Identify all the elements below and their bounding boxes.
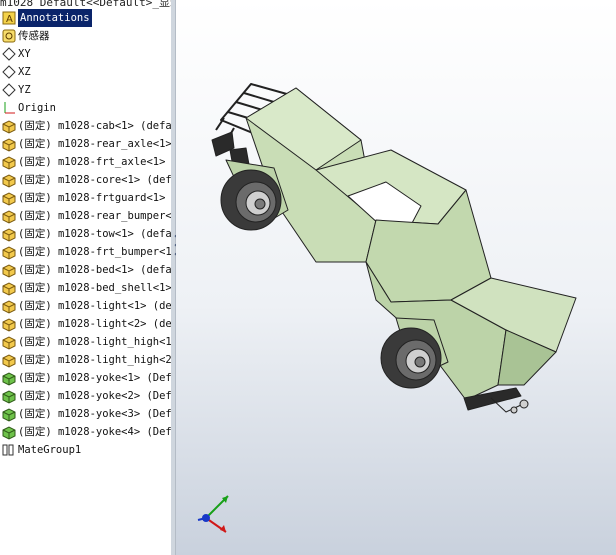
part-icon (1, 154, 17, 170)
tree-item[interactable]: XY (0, 45, 171, 63)
graphics-viewport[interactable] (176, 0, 616, 555)
tree-item[interactable]: YZ (0, 81, 171, 99)
tree-item-label: (固定) m1028-bed<1> (defau (18, 264, 172, 276)
tree-item-label: (固定) m1028-cab<1> (defau (18, 120, 172, 132)
tree-item-label: (固定) m1028-light<1> (def (18, 300, 172, 312)
tree-item-label: (固定) m1028-rear_bumper< (18, 210, 172, 222)
part-green-icon (1, 388, 17, 404)
plane-icon (1, 64, 17, 80)
tree-item-label: (固定) m1028-frt_bumper<1 (18, 246, 172, 258)
part-icon (1, 136, 17, 152)
part-icon (1, 352, 17, 368)
tree-item[interactable]: (固定) m1028-frt_axle<1> (0, 153, 171, 171)
tree-item[interactable]: (固定) m1028-bed<1> (defau (0, 261, 171, 279)
tree-item[interactable]: (固定) m1028-tow<1> (defau (0, 225, 171, 243)
tree-item[interactable]: (固定) m1028-light<1> (def (0, 297, 171, 315)
origin-icon (1, 100, 17, 116)
annotations-icon: A (1, 10, 17, 26)
tree-item[interactable]: A Annotations (0, 9, 171, 27)
part-green-icon (1, 370, 17, 386)
part-icon (1, 172, 17, 188)
mates-icon (1, 442, 17, 458)
plane-icon (1, 82, 17, 98)
tree-item[interactable]: Origin (0, 99, 171, 117)
tree-item[interactable]: (固定) m1028-light<2> (def (0, 315, 171, 333)
tree-item-label: Annotations (18, 9, 92, 27)
tree-item[interactable]: 传感器 (0, 27, 171, 45)
truck-model[interactable] (211, 83, 577, 414)
tree-item-label: XY (18, 48, 31, 60)
tree-item-label: (固定) m1028-yoke<2> (Defa (18, 390, 172, 402)
tree-item-label: (固定) m1028-rear_axle<1> (18, 138, 172, 150)
feature-manager-tree[interactable]: m1028 Default<<Default>_显示 A Annotations 传… (0, 0, 172, 555)
tree-item-label: XZ (18, 66, 31, 78)
tree-item[interactable]: MateGroup1 (0, 441, 171, 459)
tree-item-label: (固定) m1028-tow<1> (defau (18, 228, 172, 240)
tree-item[interactable]: (固定) m1028-frt_bumper<1 (0, 243, 171, 261)
axis-origin-icon (202, 514, 210, 522)
part-icon (1, 334, 17, 350)
tree-item[interactable]: (固定) m1028-core<1> (defa (0, 171, 171, 189)
tree-item[interactable]: (固定) m1028-yoke<3> (Defa (0, 405, 171, 423)
tree-item[interactable]: (固定) m1028-rear_axle<1> (0, 135, 171, 153)
part-icon (1, 280, 17, 296)
part-icon (1, 298, 17, 314)
tree-item[interactable]: (固定) m1028-cab<1> (defau (0, 117, 171, 135)
tree-item-label: (固定) m1028-frt_axle<1> (18, 156, 166, 168)
tree-item[interactable]: (固定) m1028-rear_bumper< (0, 207, 171, 225)
tree-item[interactable]: (固定) m1028-yoke<1> (Defa (0, 369, 171, 387)
part-icon (1, 316, 17, 332)
tree-item-label: (固定) m1028-bed_shell<1> (18, 282, 172, 294)
tree-item[interactable]: (固定) m1028-yoke<4> (Defa (0, 423, 171, 441)
svg-text:A: A (6, 14, 13, 25)
axis-triad (197, 495, 229, 533)
part-icon (1, 244, 17, 260)
sensor-icon (1, 28, 17, 44)
part-green-icon (1, 424, 17, 440)
tree-item-label: Origin (18, 102, 56, 114)
tree-item-label: (固定) m1028-yoke<1> (Defa (18, 372, 172, 384)
tree-item-label: (固定) m1028-frtguard<1> (18, 192, 166, 204)
model-view[interactable] (176, 0, 616, 555)
tree-item-label: YZ (18, 84, 31, 96)
tree-item-label: (固定) m1028-yoke<4> (Defa (18, 426, 172, 438)
tree-item[interactable]: (固定) m1028-light_high<2 (0, 351, 171, 369)
plane-icon (1, 46, 17, 62)
tree-item-label: MateGroup1 (18, 444, 82, 456)
tree-item-label: (固定) m1028-yoke<3> (Defa (18, 408, 172, 420)
tree-item-label: (固定) m1028-light_high<1 (18, 336, 172, 348)
part-icon (1, 226, 17, 242)
tree-item-label: (固定) m1028-light<2> (def (18, 318, 172, 330)
part-icon (1, 208, 17, 224)
rear-wheel (380, 327, 442, 389)
tree-root-label: m1028 Default<<Default>_显示 (0, 0, 172, 9)
tree-item[interactable]: (固定) m1028-frtguard<1> (0, 189, 171, 207)
front-wheel (220, 169, 282, 231)
tree-item[interactable]: (固定) m1028-bed_shell<1> (0, 279, 171, 297)
part-green-icon (1, 406, 17, 422)
tree-item[interactable]: (固定) m1028-light_high<1 (0, 333, 171, 351)
tree-item[interactable]: XZ (0, 63, 171, 81)
part-icon (1, 118, 17, 134)
part-icon (1, 190, 17, 206)
tree-item-label: (固定) m1028-light_high<2 (18, 354, 172, 366)
part-icon (1, 262, 17, 278)
tree-item-label: 传感器 (18, 30, 50, 42)
rear-lights (510, 399, 529, 414)
tree-item[interactable]: (固定) m1028-yoke<2> (Defa (0, 387, 171, 405)
tree-item-label: (固定) m1028-core<1> (defa (18, 174, 172, 186)
